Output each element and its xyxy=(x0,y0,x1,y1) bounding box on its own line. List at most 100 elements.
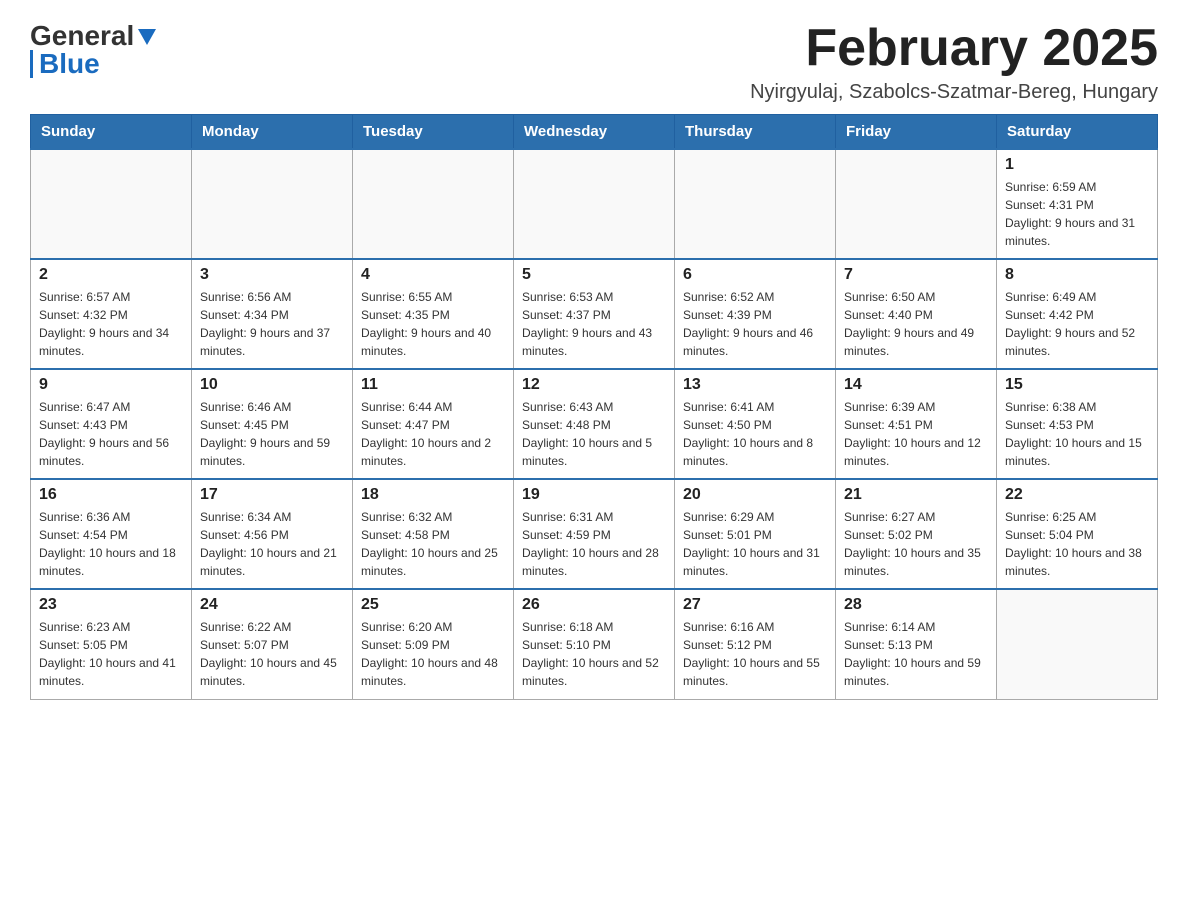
day-info: Sunrise: 6:56 AMSunset: 4:34 PMDaylight:… xyxy=(200,288,344,360)
day-number: 27 xyxy=(683,596,827,614)
day-number: 26 xyxy=(522,596,666,614)
day-number: 7 xyxy=(844,266,988,284)
day-number: 12 xyxy=(522,376,666,394)
day-cell: 13 Sunrise: 6:41 AMSunset: 4:50 PMDayligh… xyxy=(675,369,836,479)
day-info: Sunrise: 6:43 AMSunset: 4:48 PMDaylight:… xyxy=(522,398,666,470)
day-number: 17 xyxy=(200,486,344,504)
day-number: 3 xyxy=(200,266,344,284)
weekday-header-tuesday: Tuesday xyxy=(353,115,514,150)
day-cell: 18Sunrise: 6:32 AMSunset: 4:58 PMDayligh… xyxy=(353,479,514,589)
day-cell: 28 Sunrise: 6:14 AMSunset: 5:13 PMDayligh… xyxy=(836,589,997,699)
day-cell xyxy=(353,149,514,259)
day-cell: 7Sunrise: 6:50 AMSunset: 4:40 PMDaylight… xyxy=(836,259,997,369)
weekday-row: SundayMondayTuesdayWednesdayThursdayFrid… xyxy=(31,115,1158,150)
day-cell: 8Sunrise: 6:49 AMSunset: 4:42 PMDaylight… xyxy=(997,259,1158,369)
day-info: Sunrise: 6:55 AMSunset: 4:35 PMDaylight:… xyxy=(361,288,505,360)
day-cell xyxy=(675,149,836,259)
day-cell xyxy=(31,149,192,259)
day-cell: 21 Sunrise: 6:27 AMSunset: 5:02 PMDayligh… xyxy=(836,479,997,589)
day-cell: 19 Sunrise: 6:31 AMSunset: 4:59 PMDayligh… xyxy=(514,479,675,589)
day-cell: 20 Sunrise: 6:29 AMSunset: 5:01 PMDayligh… xyxy=(675,479,836,589)
day-cell xyxy=(514,149,675,259)
day-cell: 14 Sunrise: 6:39 AMSunset: 4:51 PMDayligh… xyxy=(836,369,997,479)
week-row-5: 23Sunrise: 6:23 AMSunset: 5:05 PMDayligh… xyxy=(31,589,1158,699)
day-number: 9 xyxy=(39,376,183,394)
day-number: 2 xyxy=(39,266,183,284)
day-number: 5 xyxy=(522,266,666,284)
day-cell xyxy=(192,149,353,259)
day-number: 21 xyxy=(844,486,988,504)
day-cell: 9 Sunrise: 6:47 AMSunset: 4:43 PMDaylight… xyxy=(31,369,192,479)
day-info: Sunrise: 6:16 AMSunset: 5:12 PMDaylight:… xyxy=(683,618,827,690)
day-number: 22 xyxy=(1005,486,1149,504)
calendar-body: 1Sunrise: 6:59 AMSunset: 4:31 PMDaylight… xyxy=(31,149,1158,699)
day-number: 15 xyxy=(1005,376,1149,394)
day-number: 4 xyxy=(361,266,505,284)
day-number: 14 xyxy=(844,376,988,394)
day-cell: 17 Sunrise: 6:34 AMSunset: 4:56 PMDayligh… xyxy=(192,479,353,589)
day-info: Sunrise: 6:32 AMSunset: 4:58 PMDaylight:… xyxy=(361,508,505,580)
week-row-4: 16 Sunrise: 6:36 AMSunset: 4:54 PMDayligh… xyxy=(31,479,1158,589)
day-number: 10 xyxy=(200,376,344,394)
week-row-3: 9 Sunrise: 6:47 AMSunset: 4:43 PMDaylight… xyxy=(31,369,1158,479)
day-cell: 23Sunrise: 6:23 AMSunset: 5:05 PMDayligh… xyxy=(31,589,192,699)
day-number: 28 xyxy=(844,596,988,614)
title-section: February 2025 Nyirgyulaj, Szabolcs-Szatm… xyxy=(750,20,1158,104)
day-info: Sunrise: 6:20 AMSunset: 5:09 PMDaylight:… xyxy=(361,618,505,690)
day-info: Sunrise: 6:34 AMSunset: 4:56 PMDaylight:… xyxy=(200,508,344,580)
day-cell: 1Sunrise: 6:59 AMSunset: 4:31 PMDaylight… xyxy=(997,149,1158,259)
logo-triangle-icon xyxy=(136,25,158,47)
day-number: 24 xyxy=(200,596,344,614)
day-info: Sunrise: 6:41 AMSunset: 4:50 PMDaylight:… xyxy=(683,398,827,470)
day-number: 11 xyxy=(361,376,505,394)
day-cell: 24 Sunrise: 6:22 AMSunset: 5:07 PMDayligh… xyxy=(192,589,353,699)
day-info: Sunrise: 6:36 AMSunset: 4:54 PMDaylight:… xyxy=(39,508,183,580)
day-info: Sunrise: 6:57 AMSunset: 4:32 PMDaylight:… xyxy=(39,288,183,360)
weekday-header-thursday: Thursday xyxy=(675,115,836,150)
week-row-1: 1Sunrise: 6:59 AMSunset: 4:31 PMDaylight… xyxy=(31,149,1158,259)
day-info: Sunrise: 6:49 AMSunset: 4:42 PMDaylight:… xyxy=(1005,288,1149,360)
day-number: 6 xyxy=(683,266,827,284)
calendar-header: SundayMondayTuesdayWednesdayThursdayFrid… xyxy=(31,115,1158,150)
weekday-header-sunday: Sunday xyxy=(31,115,192,150)
day-info: Sunrise: 6:53 AMSunset: 4:37 PMDaylight:… xyxy=(522,288,666,360)
day-info: Sunrise: 6:23 AMSunset: 5:05 PMDaylight:… xyxy=(39,618,183,690)
day-info: Sunrise: 6:22 AMSunset: 5:07 PMDaylight:… xyxy=(200,618,344,690)
day-cell: 4 Sunrise: 6:55 AMSunset: 4:35 PMDaylight… xyxy=(353,259,514,369)
day-number: 1 xyxy=(1005,156,1149,174)
day-info: Sunrise: 6:25 AMSunset: 5:04 PMDaylight:… xyxy=(1005,508,1149,580)
page-header: General Blue February 2025 Nyirgyulaj, S… xyxy=(30,20,1158,104)
day-number: 25 xyxy=(361,596,505,614)
day-cell: 26 Sunrise: 6:18 AMSunset: 5:10 PMDayligh… xyxy=(514,589,675,699)
day-cell: 12 Sunrise: 6:43 AMSunset: 4:48 PMDayligh… xyxy=(514,369,675,479)
day-number: 16 xyxy=(39,486,183,504)
day-info: Sunrise: 6:38 AMSunset: 4:53 PMDaylight:… xyxy=(1005,398,1149,470)
day-cell: 16 Sunrise: 6:36 AMSunset: 4:54 PMDayligh… xyxy=(31,479,192,589)
day-number: 13 xyxy=(683,376,827,394)
day-info: Sunrise: 6:29 AMSunset: 5:01 PMDaylight:… xyxy=(683,508,827,580)
day-info: Sunrise: 6:27 AMSunset: 5:02 PMDaylight:… xyxy=(844,508,988,580)
day-cell: 2 Sunrise: 6:57 AMSunset: 4:32 PMDaylight… xyxy=(31,259,192,369)
day-cell: 6 Sunrise: 6:52 AMSunset: 4:39 PMDaylight… xyxy=(675,259,836,369)
day-info: Sunrise: 6:18 AMSunset: 5:10 PMDaylight:… xyxy=(522,618,666,690)
day-info: Sunrise: 6:14 AMSunset: 5:13 PMDaylight:… xyxy=(844,618,988,690)
weekday-header-saturday: Saturday xyxy=(997,115,1158,150)
day-info: Sunrise: 6:47 AMSunset: 4:43 PMDaylight:… xyxy=(39,398,183,470)
day-number: 19 xyxy=(522,486,666,504)
day-info: Sunrise: 6:31 AMSunset: 4:59 PMDaylight:… xyxy=(522,508,666,580)
weekday-header-monday: Monday xyxy=(192,115,353,150)
day-cell: 22 Sunrise: 6:25 AMSunset: 5:04 PMDayligh… xyxy=(997,479,1158,589)
weekday-header-friday: Friday xyxy=(836,115,997,150)
day-info: Sunrise: 6:39 AMSunset: 4:51 PMDaylight:… xyxy=(844,398,988,470)
day-cell: 11Sunrise: 6:44 AMSunset: 4:47 PMDayligh… xyxy=(353,369,514,479)
day-info: Sunrise: 6:52 AMSunset: 4:39 PMDaylight:… xyxy=(683,288,827,360)
day-cell: 5 Sunrise: 6:53 AMSunset: 4:37 PMDaylight… xyxy=(514,259,675,369)
day-cell: 3 Sunrise: 6:56 AMSunset: 4:34 PMDaylight… xyxy=(192,259,353,369)
location: Nyirgyulaj, Szabolcs-Szatmar-Bereg, Hung… xyxy=(750,81,1158,104)
day-info: Sunrise: 6:46 AMSunset: 4:45 PMDaylight:… xyxy=(200,398,344,470)
month-title: February 2025 xyxy=(750,20,1158,77)
calendar-table: SundayMondayTuesdayWednesdayThursdayFrid… xyxy=(30,114,1158,700)
weekday-header-wednesday: Wednesday xyxy=(514,115,675,150)
day-number: 20 xyxy=(683,486,827,504)
week-row-2: 2 Sunrise: 6:57 AMSunset: 4:32 PMDaylight… xyxy=(31,259,1158,369)
